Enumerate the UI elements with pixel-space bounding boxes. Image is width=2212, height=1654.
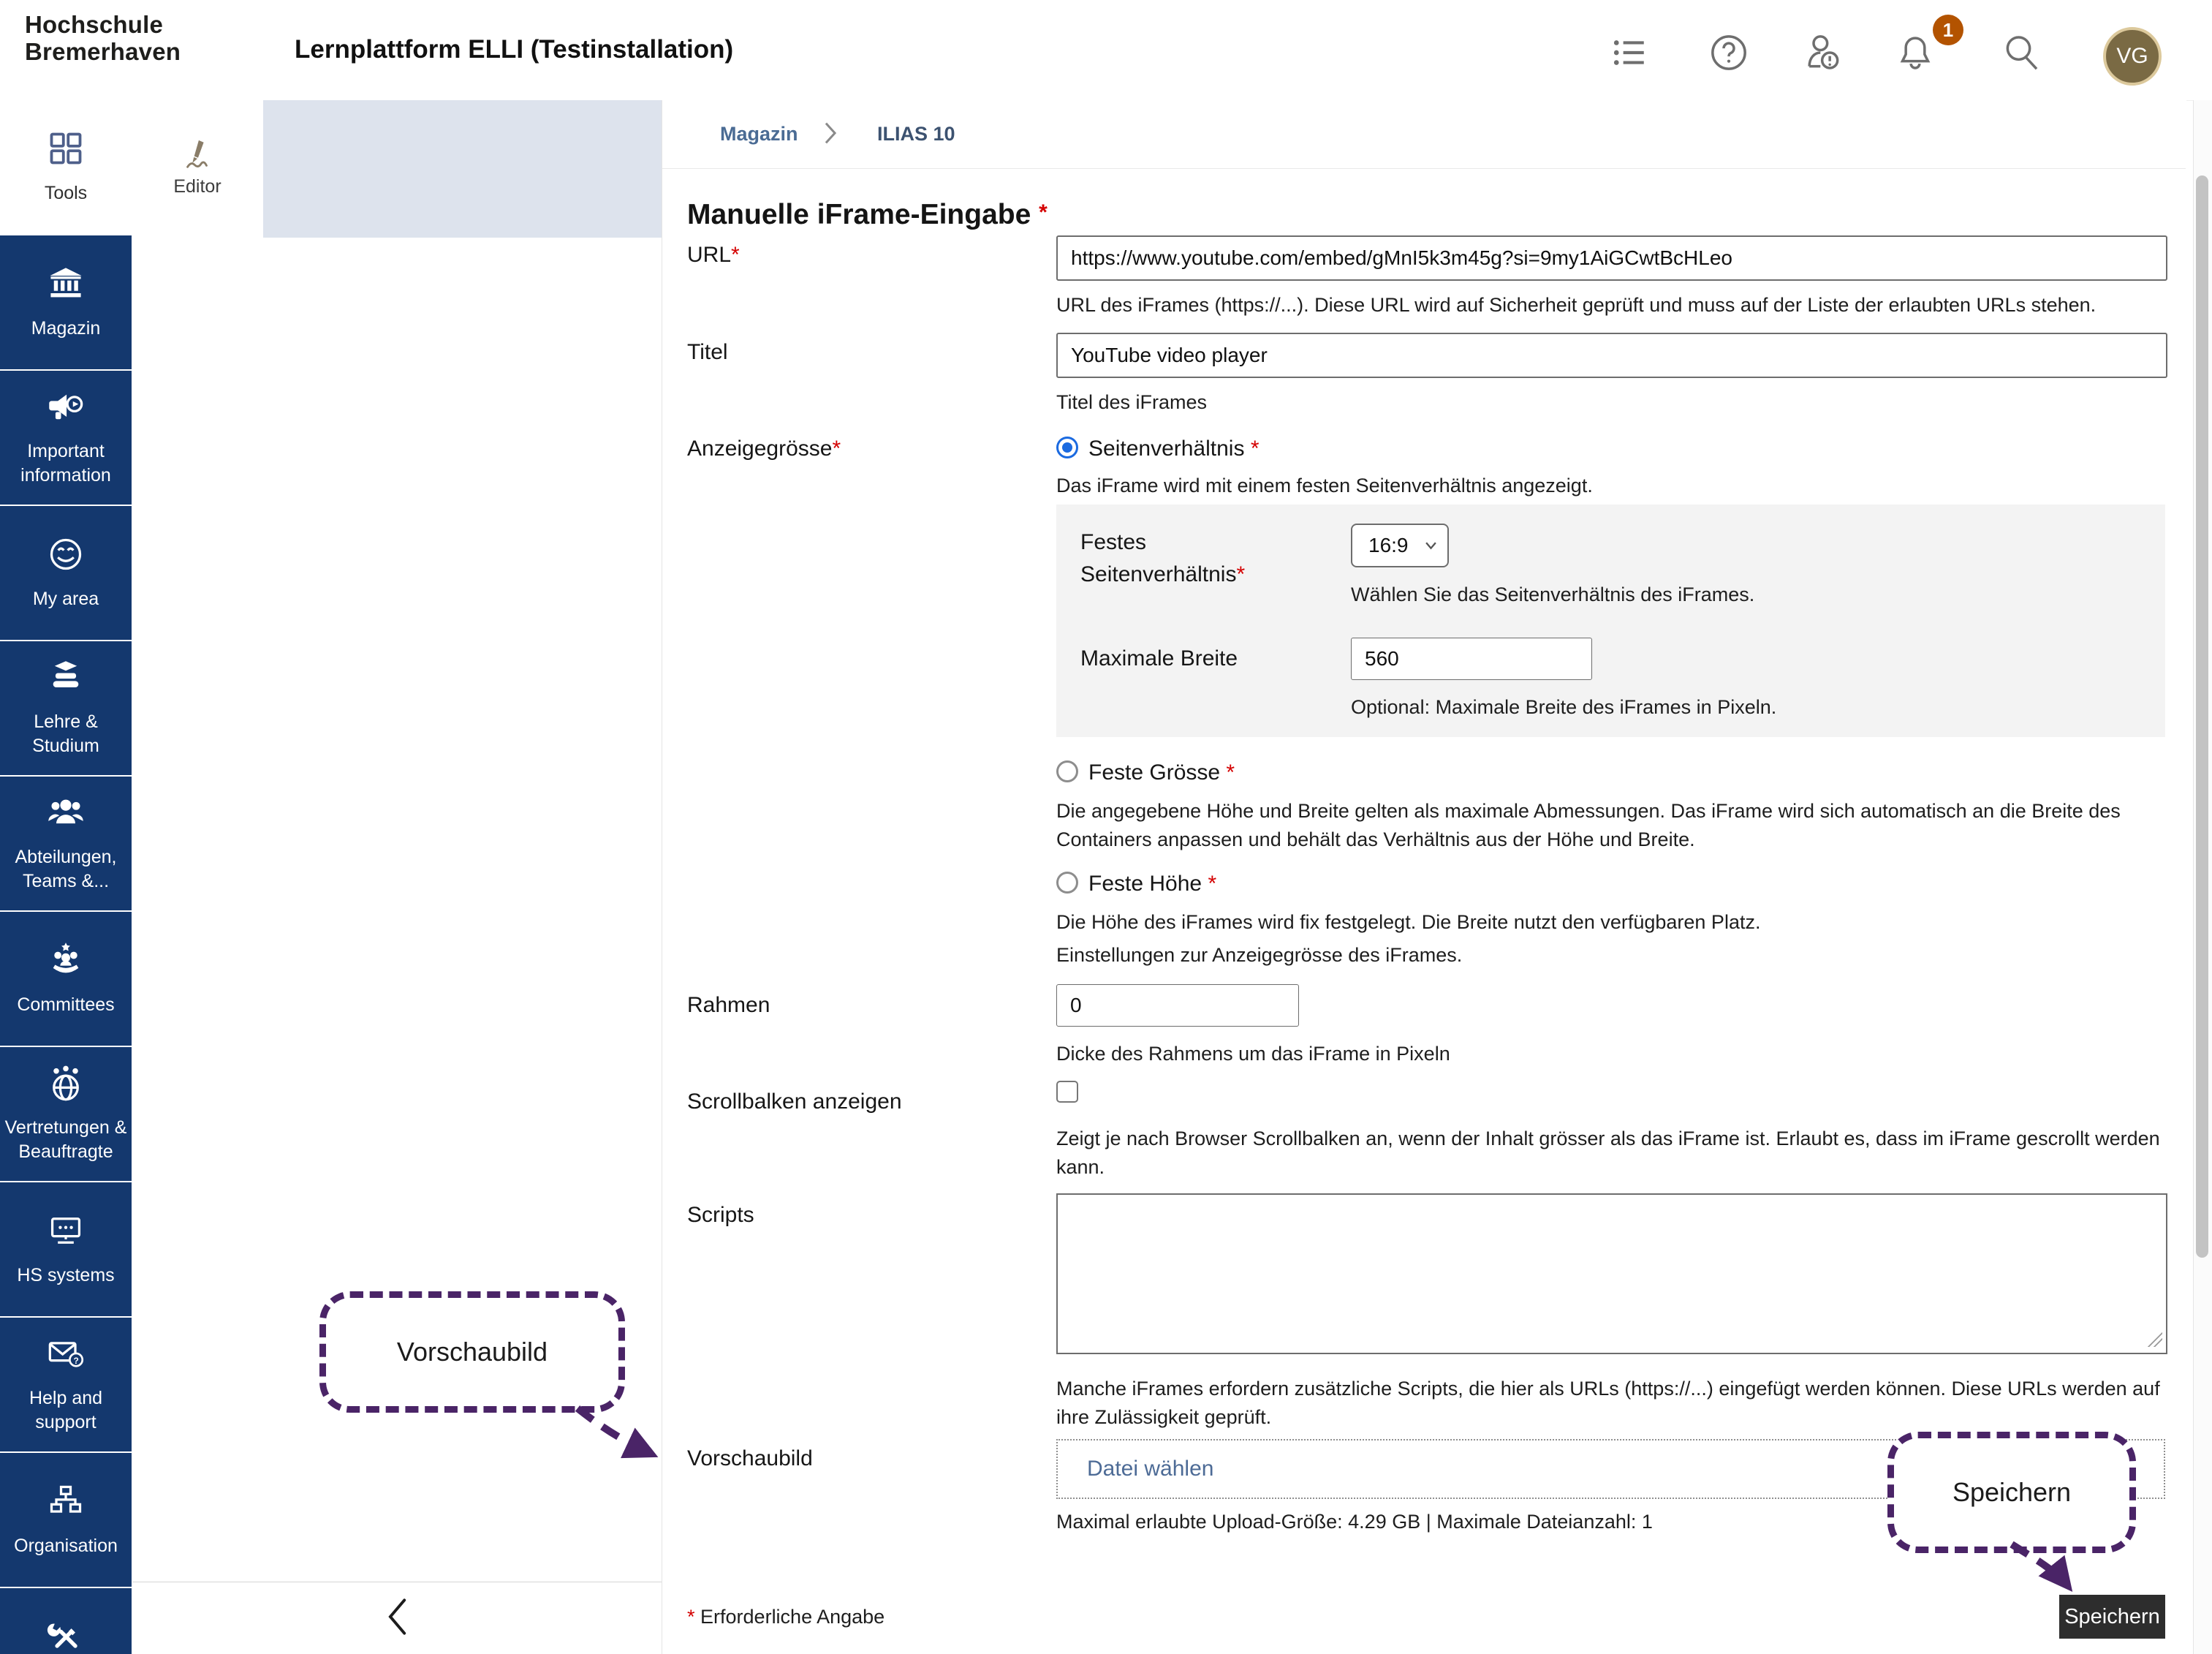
scrollbalken-label: Scrollbalken anzeigen (687, 1090, 902, 1114)
scrollbalken-help: Zeigt je nach Browser Scrollbalken an, w… (1056, 1125, 2175, 1182)
people-group-icon (47, 794, 85, 839)
megaphone-icon (47, 388, 85, 433)
mail-question-icon: ? (47, 1335, 85, 1380)
max-breite-input[interactable] (1351, 638, 1592, 680)
seitenverhaeltnis-desc: Das iFrame wird mit einem festen Seitenv… (1056, 472, 2167, 500)
sidebar-item-administration[interactable]: Administration (0, 1587, 132, 1654)
radio-seitenverhaeltnis[interactable] (1056, 437, 1078, 458)
radio-feste-groesse[interactable] (1056, 760, 1078, 782)
textarea-resize-handle[interactable] (2148, 1332, 2162, 1347)
feste-hoehe-desc: Die Höhe des iFrames wird fix festgelegt… (1056, 908, 2175, 937)
vorschaubild-label: Vorschaubild (687, 1446, 813, 1471)
anzeigegroesse-group-note: Einstellungen zur Anzeigegrösse des iFra… (1056, 941, 2175, 970)
svg-text:?: ? (73, 1356, 78, 1366)
breadcrumb-item-magazin[interactable]: Magazin (720, 123, 798, 146)
sidebar-item-organisation[interactable]: Organisation (0, 1451, 132, 1587)
sidebar-item-abteilungen-teams[interactable]: Abteilungen, Teams &... (0, 775, 132, 910)
rahmen-help: Dicke des Rahmens um das iFrame in Pixel… (1056, 1040, 2175, 1068)
vorschaubild-callout: Vorschaubild (319, 1291, 625, 1413)
seitenverhaeltnis-option-label: Seitenverhältnis * (1088, 437, 1260, 461)
page-title: Lernplattform ELLI (Testinstallation) (295, 35, 733, 64)
editor-side-panel (132, 100, 662, 1654)
committee-hand-icon (47, 941, 85, 986)
choose-file-link[interactable]: Datei wählen (1087, 1457, 1213, 1481)
scrollbalken-checkbox[interactable] (1056, 1081, 1078, 1103)
rahmen-label: Rahmen (687, 993, 770, 1018)
chevron-down-icon (1425, 541, 1437, 550)
sidebar-item-my-area[interactable]: My area (0, 505, 132, 640)
sidebar-item-vertretungen[interactable]: Vertretungen & Beauftragte (0, 1046, 132, 1181)
help-icon[interactable] (1707, 31, 1751, 75)
notification-badge: 1 (1933, 15, 1963, 45)
editor-pen-icon (181, 137, 214, 176)
radio-feste-hoehe[interactable] (1056, 872, 1078, 894)
globe-people-icon (47, 1065, 85, 1109)
url-input[interactable] (1056, 235, 2167, 281)
search-icon[interactable] (1999, 31, 2043, 75)
admin-tools-icon (47, 1617, 85, 1654)
books-cap-icon (47, 659, 85, 703)
scrollbar-thumb[interactable] (2196, 175, 2208, 1258)
magazin-bank-icon (47, 265, 85, 309)
app-window: Hochschule Bremerhaven Lernplattform ELL… (0, 0, 2212, 1654)
smiley-icon (47, 535, 85, 580)
required-asterisk: * (1039, 200, 1048, 224)
panel-footer (132, 1582, 662, 1654)
titel-label: Titel (687, 340, 728, 365)
sidebar-item-hs-systems[interactable]: HS systems (0, 1181, 132, 1316)
breadcrumb-divider (662, 168, 2186, 169)
feste-groesse-option-label: Feste Grösse * (1088, 760, 1235, 785)
feste-groesse-desc: Die angegebene Höhe und Breite gelten al… (1056, 797, 2175, 854)
max-breite-help: Optional: Maximale Breite des iFrames in… (1351, 693, 2140, 722)
main-sidebar: Tools Magazin Im (0, 100, 132, 1654)
logo-wordmark: Hochschule Bremerhaven (25, 12, 181, 66)
url-label: URL* (687, 243, 740, 268)
editor-slate-area (263, 100, 662, 238)
monitor-icon (47, 1212, 85, 1256)
speichern-callout: Speichern (1887, 1432, 2136, 1553)
aspect-ratio-select[interactable]: 16:9 (1351, 524, 1449, 567)
sidebar-item-help-support[interactable]: ? Help and support (0, 1316, 132, 1451)
breadcrumb-chevron-icon (822, 121, 838, 149)
sidebar-item-magazin[interactable]: Magazin (0, 234, 132, 369)
logo-box[interactable]: Hochschule Bremerhaven (0, 0, 245, 100)
save-button[interactable]: Speichern (2059, 1595, 2165, 1639)
required-note: * Erforderliche Angabe (687, 1603, 885, 1631)
sidebar-item-committees[interactable]: Committees (0, 910, 132, 1046)
scripts-textarea[interactable] (1056, 1193, 2167, 1354)
titel-input[interactable] (1056, 333, 2167, 378)
org-chart-icon (47, 1482, 85, 1527)
breadcrumb-item-ilias10[interactable]: ILIAS 10 (877, 123, 955, 146)
max-breite-label: Maximale Breite (1080, 646, 1238, 671)
url-help: URL des iFrames (https://...). Diese URL… (1056, 291, 2167, 320)
list-view-icon[interactable] (1608, 31, 1652, 75)
scripts-help: Manche iFrames erfordern zusätzliche Scr… (1056, 1375, 2175, 1432)
form-title: Manuelle iFrame-Eingabe * (687, 199, 1048, 231)
rahmen-input[interactable] (1056, 984, 1299, 1027)
sidebar-item-lehre-studium[interactable]: Lehre & Studium (0, 640, 132, 775)
avatar[interactable]: VG (2103, 27, 2162, 86)
festes-sv-label: Festes Seitenverhältnis* (1080, 526, 1300, 590)
titel-help: Titel des iFrames (1056, 388, 2167, 417)
feste-hoehe-option-label: Feste Höhe * (1088, 872, 1216, 896)
anzeigegroesse-label: Anzeigegrösse* (687, 437, 841, 461)
festes-sv-help: Wählen Sie das Seitenverhältnis des iFra… (1351, 581, 2140, 609)
sidebar-item-tools[interactable]: Tools (0, 100, 132, 234)
notifications-bell-icon[interactable] (1893, 31, 1937, 75)
sidebar-item-important-information[interactable]: Important information (0, 369, 132, 505)
tools-grid-icon (47, 129, 85, 174)
scripts-label: Scripts (687, 1203, 754, 1228)
tab-editor[interactable]: Editor (132, 100, 263, 234)
collapse-panel-chevron-icon[interactable] (386, 1598, 408, 1639)
user-awareness-icon[interactable] (1802, 31, 1846, 75)
